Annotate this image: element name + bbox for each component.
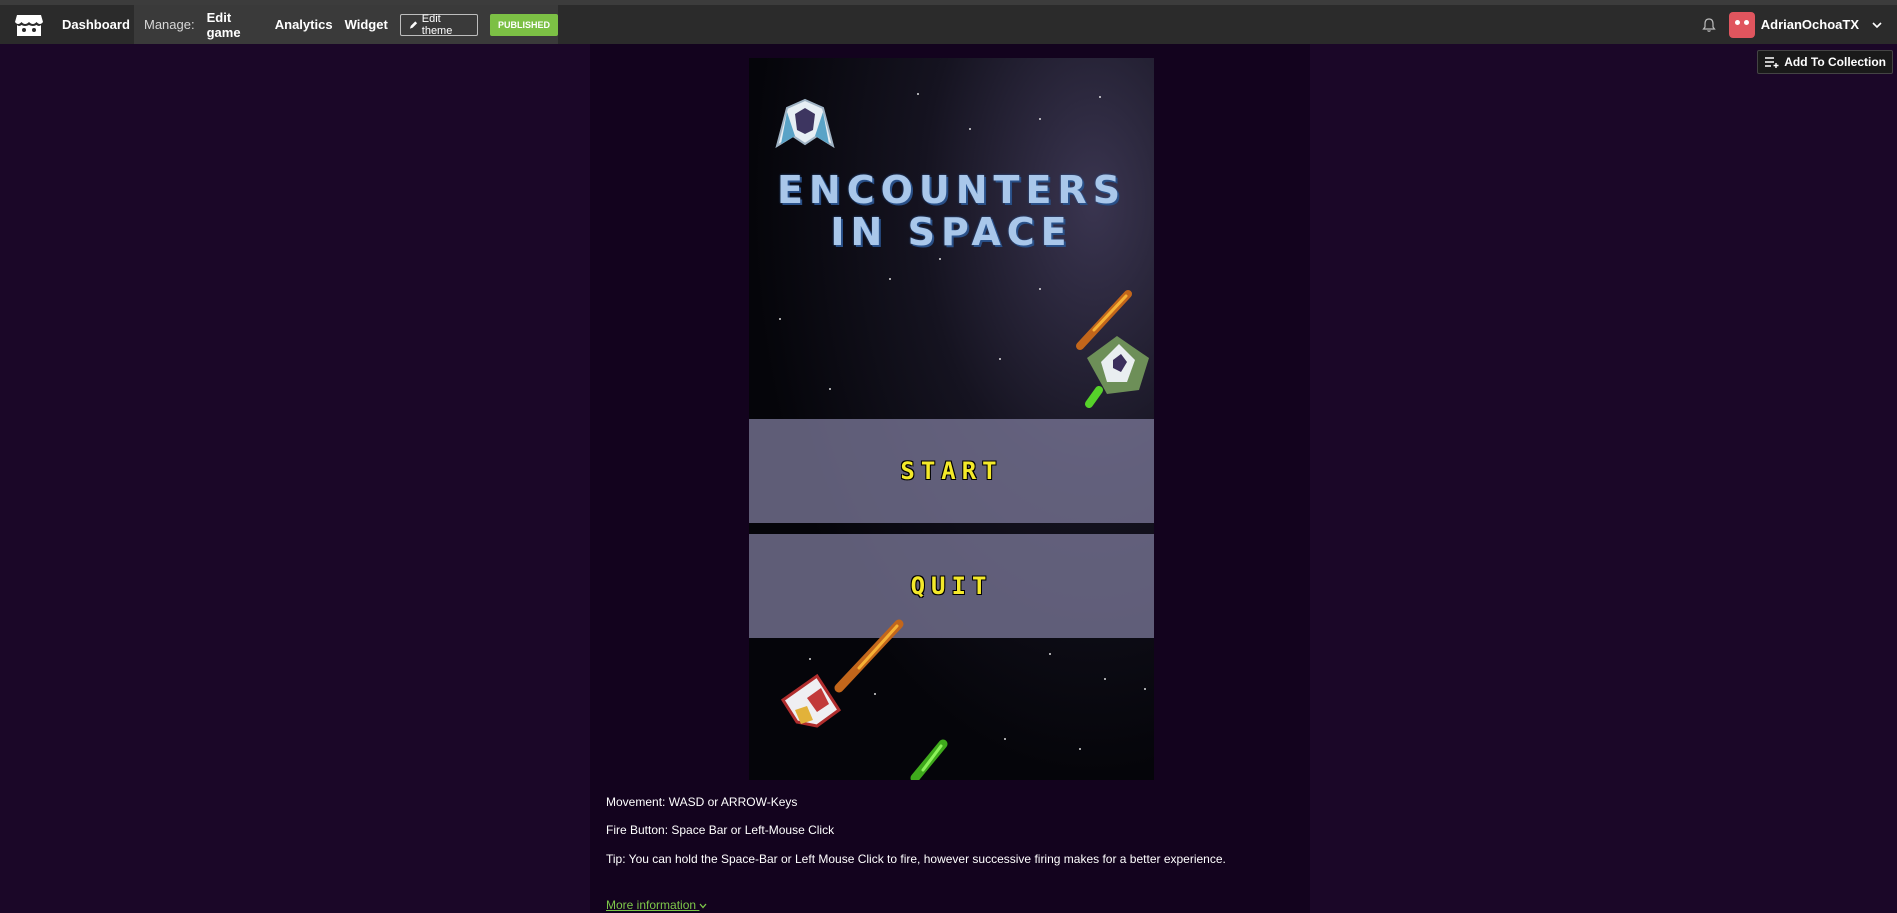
start-button[interactable]: START — [749, 419, 1154, 523]
top-bar: Dashboard Manage: Edit game Analytics Wi… — [0, 0, 1897, 44]
published-badge: PUBLISHED — [489, 13, 558, 36]
itch-logo-icon[interactable] — [14, 10, 48, 40]
manage-label: Manage: — [144, 17, 195, 32]
playlist-add-icon — [1765, 57, 1779, 68]
game-canvas[interactable]: ENCOUNTERS IN SPACE START QUIT — [749, 58, 1154, 780]
user-area: AdrianOchoaTX — [1701, 5, 1883, 44]
description-tip: Tip: You can hold the Space-Bar or Left … — [606, 852, 1226, 866]
pencil-icon — [409, 20, 417, 29]
add-to-collection-label: Add To Collection — [1784, 55, 1886, 69]
edit-theme-button[interactable]: Edit theme — [399, 12, 478, 37]
bell-icon[interactable] — [1701, 17, 1717, 33]
avatar[interactable] — [1728, 11, 1755, 38]
quit-button[interactable]: QUIT — [749, 534, 1154, 638]
manage-bar: Manage: Edit game Analytics Widget Edit … — [134, 5, 558, 44]
more-information-label: More information — [606, 898, 697, 912]
game-title-line2: IN SPACE — [830, 210, 1073, 254]
enemy-ship-green-icon — [1085, 336, 1149, 408]
nav-edit-game[interactable]: Edit game — [207, 10, 263, 40]
edit-theme-label: Edit theme — [421, 12, 453, 37]
nav-widget[interactable]: Widget — [345, 17, 388, 32]
nav-dashboard[interactable]: Dashboard — [62, 17, 130, 32]
nav-analytics[interactable]: Analytics — [275, 17, 333, 32]
laser-beam-icon — [910, 739, 948, 780]
game-title-line1: ENCOUNTERS — [776, 168, 1127, 212]
description-fire-button: Fire Button: Space Bar or Left-Mouse Cli… — [606, 823, 835, 837]
chevron-down-icon — [699, 903, 707, 909]
more-information-link[interactable]: More information — [606, 898, 707, 912]
description-movement: Movement: WASD or ARROW-Keys — [606, 795, 798, 809]
add-to-collection-button[interactable]: Add To Collection — [1757, 50, 1893, 74]
chevron-down-icon[interactable] — [1871, 19, 1883, 31]
player-ship-icon — [775, 98, 835, 149]
username[interactable]: AdrianOchoaTX — [1761, 17, 1859, 32]
enemy-ship-red-icon — [780, 673, 842, 728]
